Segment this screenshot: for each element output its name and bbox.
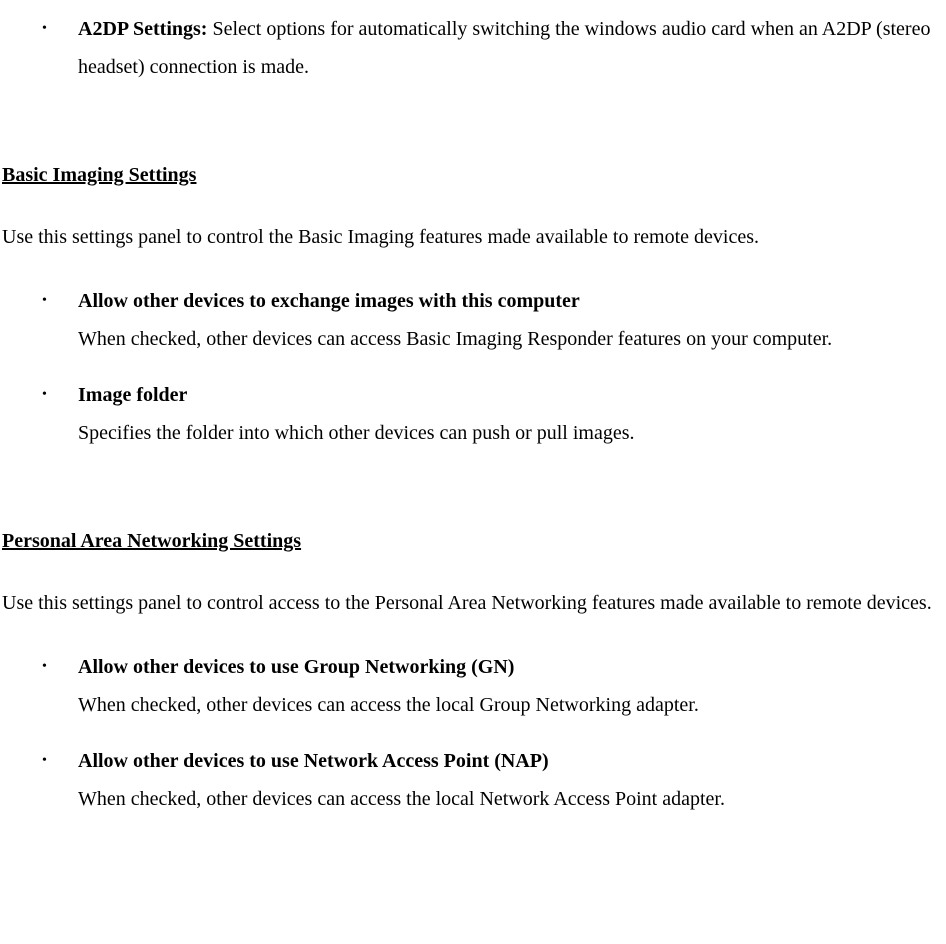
bullet-icon: • xyxy=(0,742,78,818)
section-intro: Use this settings panel to control acces… xyxy=(0,584,946,622)
bullet-icon: • xyxy=(0,376,78,452)
bullet-icon: • xyxy=(0,282,78,358)
list-item: • Allow other devices to exchange images… xyxy=(0,282,946,358)
item-text: Image folder Specifies the folder into w… xyxy=(78,376,946,452)
item-description: When checked, other devices can access B… xyxy=(78,320,941,358)
bullet-icon: • xyxy=(0,10,78,86)
item-title: Allow other devices to use Group Network… xyxy=(78,648,941,686)
item-title: A2DP Settings: xyxy=(78,18,207,40)
document-content: • A2DP Settings: Select options for auto… xyxy=(0,10,946,818)
list-item: • Allow other devices to use Group Netwo… xyxy=(0,648,946,724)
bullet-icon: • xyxy=(0,648,78,724)
item-description: When checked, other devices can access t… xyxy=(78,686,941,724)
item-description: When checked, other devices can access t… xyxy=(78,780,941,818)
section-intro: Use this settings panel to control the B… xyxy=(0,218,946,256)
section-heading-basic-imaging: Basic Imaging Settings xyxy=(0,156,946,194)
list-item: • Image folder Specifies the folder into… xyxy=(0,376,946,452)
item-text: Allow other devices to use Group Network… xyxy=(78,648,946,724)
item-title: Allow other devices to use Network Acces… xyxy=(78,742,941,780)
item-title: Allow other devices to exchange images w… xyxy=(78,282,941,320)
item-description: Specifies the folder into which other de… xyxy=(78,414,941,452)
item-text: Allow other devices to use Network Acces… xyxy=(78,742,946,818)
section-heading-pan: Personal Area Networking Settings xyxy=(0,522,946,560)
list-item: • Allow other devices to use Network Acc… xyxy=(0,742,946,818)
item-text: Allow other devices to exchange images w… xyxy=(78,282,946,358)
list-item: • A2DP Settings: Select options for auto… xyxy=(0,10,946,86)
item-text: A2DP Settings: Select options for automa… xyxy=(78,10,946,86)
item-title: Image folder xyxy=(78,376,941,414)
